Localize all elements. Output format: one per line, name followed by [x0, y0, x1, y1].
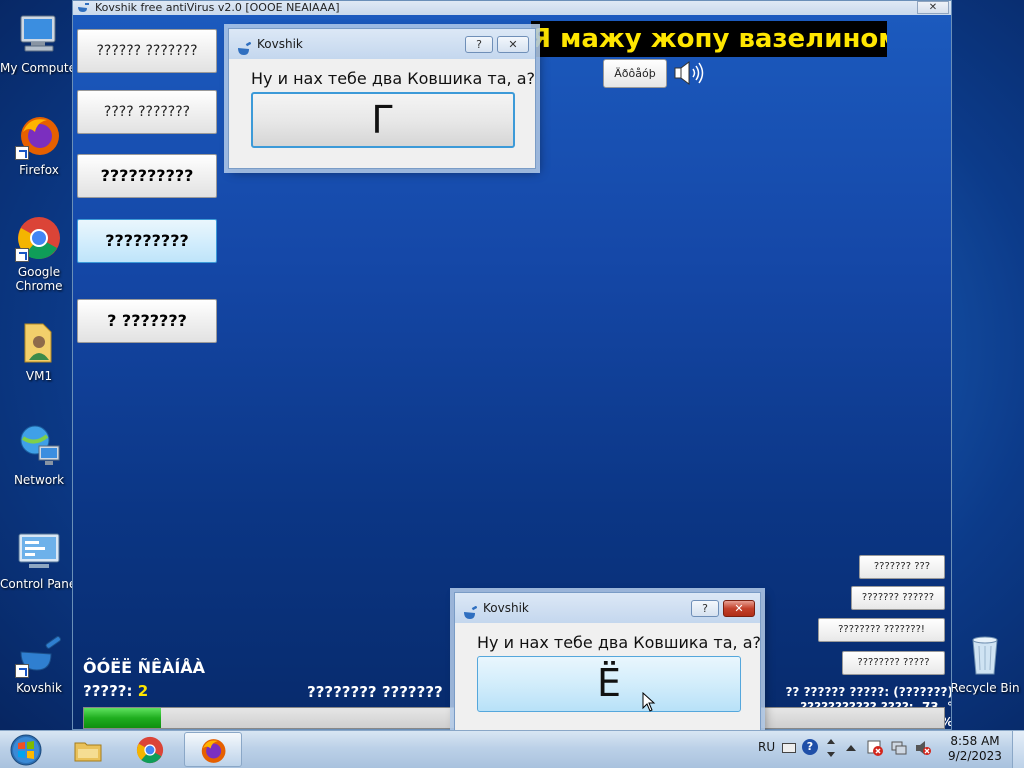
dialog-titlebar[interactable]: Kovshik ? ✕ — [455, 593, 760, 623]
chrome-icon — [15, 214, 63, 262]
control-panel-icon — [15, 526, 63, 574]
dialog-title: Kovshik — [483, 601, 529, 615]
encode-button[interactable]: Äðôåóþ — [603, 59, 667, 88]
language-indicator[interactable]: RU — [758, 740, 775, 754]
taskbar-chrome[interactable] — [122, 732, 180, 767]
side-button-3[interactable]: ?????????? — [77, 154, 217, 198]
app-titlebar[interactable]: Kovshik free antiVirus v2.0 [OOOE NEAIAA… — [73, 1, 951, 15]
mouse-cursor-icon — [642, 691, 656, 712]
dialog-question: Ну и нах тебе два Ковшика та, а? — [251, 69, 535, 88]
small-button-1[interactable]: ??????? ??? — [859, 555, 945, 579]
desktop-icon-label: My Computer — [0, 61, 78, 75]
shortcut-arrow-icon — [15, 248, 29, 262]
keyboard-icon[interactable] — [782, 743, 796, 753]
threat-stat: ?? ?????? ?????: (???????) — [785, 685, 952, 699]
file-count-label: ?????: — [83, 682, 133, 700]
clock-date: 9/2/2023 — [948, 749, 1002, 763]
ladle-icon — [463, 601, 478, 619]
desktop-icon-vm1[interactable]: VM1 — [0, 318, 78, 383]
app-close-button[interactable]: ✕ — [917, 1, 949, 14]
help-icon[interactable]: ? — [802, 739, 818, 755]
side-button-4[interactable]: ????????? — [77, 219, 217, 263]
kovshik-dialog-bottom: Kovshik ? ✕ Ну и нах тебе два Ковшика та… — [454, 592, 761, 732]
side-button-1[interactable]: ?????? ??????? — [77, 29, 217, 73]
taskbar: RU ? 8:58 AM 9/2/2023 — [0, 730, 1024, 768]
taskbar-explorer[interactable] — [60, 732, 118, 767]
user-folder-icon — [15, 318, 63, 366]
desktop-icon-control-panel[interactable]: Control Panel — [0, 526, 78, 591]
firefox-icon — [198, 736, 228, 766]
side-button-5[interactable]: ? ??????? — [77, 299, 217, 343]
recycle-bin-icon — [961, 630, 1009, 678]
close-button[interactable]: ✕ — [723, 600, 755, 617]
dialog-question: Ну и нах тебе два Ковшика та, а? — [477, 633, 761, 652]
kovshik-dialog-top: Kovshik ? ✕ Ну и нах тебе два Ковшика та… — [228, 28, 536, 169]
desktop-icon-firefox[interactable]: Firefox — [0, 112, 78, 177]
dialog-titlebar[interactable]: Kovshik ? ✕ — [229, 29, 535, 59]
dialog-body: Ну и нах тебе два Ковшика та, а? Ё — [455, 623, 761, 731]
desktop-icon-my-computer[interactable]: My Computer — [0, 10, 78, 75]
scan-progress-fill — [84, 708, 162, 728]
chrome-icon — [135, 735, 165, 765]
temperature-unit: ° — [947, 700, 951, 714]
app-title: Kovshik free antiVirus v2.0 [OOOE NEAIAA… — [95, 1, 340, 14]
scan-status-text: ???????? ??????? — [307, 683, 443, 701]
desktop-icon-network[interactable]: Network — [0, 422, 78, 487]
desktop-icon-google-chrome[interactable]: Google Chrome — [0, 214, 78, 293]
dialog-body: Ну и нах тебе два Ковшика та, а? Г — [229, 59, 535, 168]
dialog-answer-button[interactable]: Ё — [477, 656, 741, 712]
folder-icon — [73, 735, 103, 765]
side-button-2[interactable]: ???? ??????? — [77, 90, 217, 134]
desktop-icon-label: Recycle Bin — [950, 681, 1020, 695]
shortcut-arrow-icon — [15, 664, 29, 678]
computer-icon — [15, 10, 63, 58]
network-tray-icon[interactable] — [890, 739, 908, 757]
ladle-icon — [77, 2, 89, 13]
volume-muted-icon[interactable] — [914, 739, 932, 757]
start-button[interactable] — [6, 733, 46, 767]
desktop-icon-label: Google Chrome — [15, 265, 63, 293]
desktop-icon-recycle-bin[interactable]: Recycle Bin — [946, 630, 1024, 695]
desktop-icon-label: Firefox — [19, 163, 59, 177]
desktop-icon-label: Kovshik — [16, 681, 62, 695]
ladle-icon — [237, 37, 252, 55]
desktop-icon-kovshik[interactable]: Kovshik — [0, 630, 78, 695]
desktop-icon-label: Network — [13, 473, 65, 487]
dialog-title: Kovshik — [257, 37, 303, 51]
clock-time: 8:58 AM — [950, 734, 1000, 748]
network-icon — [15, 422, 63, 470]
arrows-icon[interactable] — [826, 737, 836, 759]
file-count-value: 2 — [137, 682, 149, 700]
help-button[interactable]: ? — [691, 600, 719, 617]
show-desktop-button[interactable] — [1012, 731, 1024, 768]
dialog-answer-button[interactable]: Г — [251, 92, 515, 148]
ladle-icon — [15, 630, 63, 678]
scrolling-banner: Я мажу жопу вазелином — [531, 21, 887, 57]
desktop-icon-label: VM1 — [25, 369, 53, 383]
small-button-4[interactable]: ???????? ????? — [842, 651, 945, 675]
help-button[interactable]: ? — [465, 36, 493, 53]
action-center-icon[interactable] — [866, 739, 884, 757]
taskbar-firefox[interactable] — [184, 732, 242, 767]
show-hidden-icons-icon[interactable] — [845, 743, 857, 753]
firefox-icon — [15, 112, 63, 160]
speaker-icon[interactable] — [673, 59, 707, 87]
desktop-icon-label: Control Panel — [0, 577, 78, 591]
small-button-2[interactable]: ??????? ?????? — [851, 586, 945, 610]
small-button-3[interactable]: ???????? ???????! — [818, 618, 945, 642]
close-button[interactable]: ✕ — [497, 36, 529, 53]
file-count-stat: ?????: 2 — [83, 682, 148, 700]
shortcut-arrow-icon — [15, 146, 29, 160]
system-clock[interactable]: 8:58 AM 9/2/2023 — [940, 734, 1010, 764]
scan-section-title: ÔÓËË ÑÊÀÍÅÀ — [83, 658, 206, 677]
